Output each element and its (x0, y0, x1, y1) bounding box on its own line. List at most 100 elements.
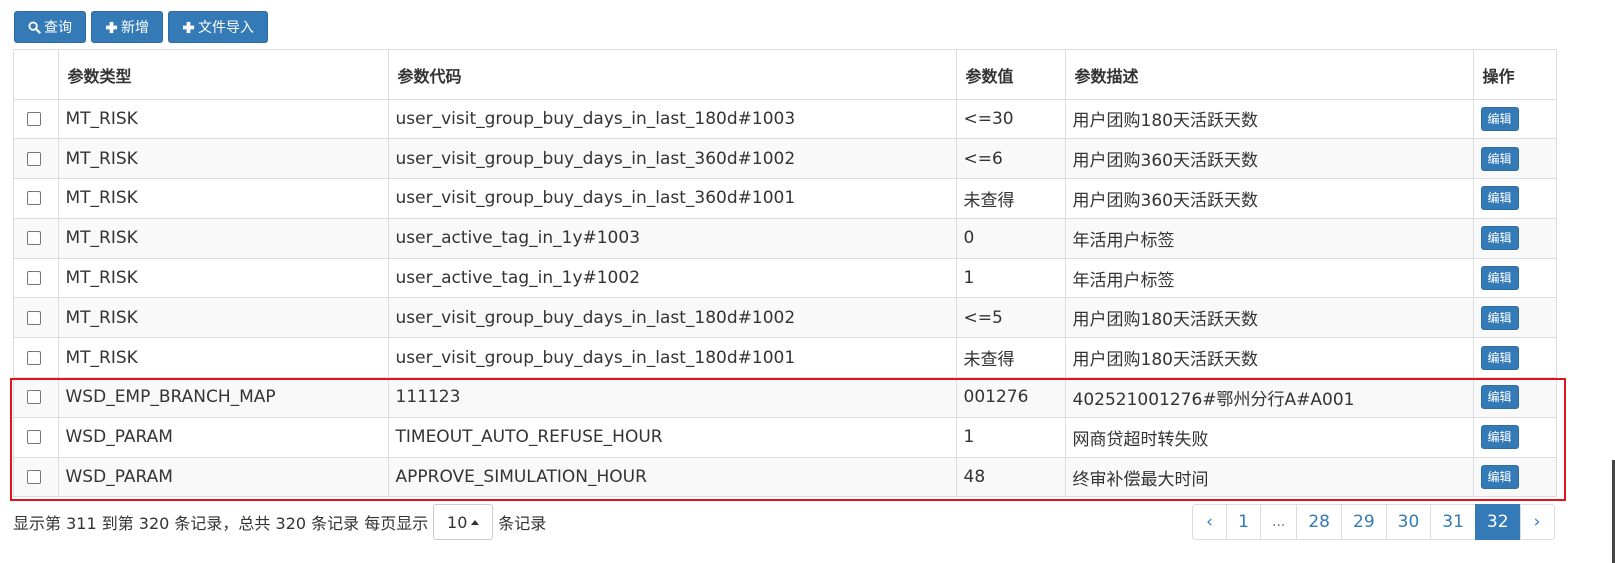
edit-button[interactable]: 编辑 (1480, 146, 1519, 171)
row-checkbox-cell (14, 178, 59, 219)
plus-icon (105, 21, 118, 33)
edit-button[interactable]: 编辑 (1480, 425, 1519, 450)
pagination-page[interactable]: 30 (1385, 504, 1432, 540)
table-row: MT_RISK user_active_tag_in_1y#1002 1 年活用… (14, 258, 1556, 299)
caret-up-icon (471, 519, 480, 525)
pagination-page[interactable]: 31 (1430, 504, 1476, 540)
cell-operation: 编辑 (1473, 138, 1556, 180)
cell-value: <=30 (956, 99, 1066, 140)
pagination-page[interactable]: 29 (1341, 504, 1387, 540)
table-row: MT_RISK user_visit_group_buy_days_in_las… (14, 99, 1556, 140)
cell-type: MT_RISK (58, 178, 389, 219)
cell-type: MT_RISK (58, 138, 389, 180)
cell-operation: 编辑 (1473, 297, 1556, 339)
row-checkbox-cell (14, 337, 59, 379)
cell-code: 111123 (388, 377, 957, 418)
query-button-label: 查询 (44, 20, 72, 36)
edit-button[interactable]: 编辑 (1480, 226, 1519, 251)
edit-button[interactable]: 编辑 (1480, 106, 1519, 131)
edit-button[interactable]: 编辑 (1480, 266, 1519, 291)
row-checkbox-cell (14, 457, 59, 496)
column-header-value[interactable]: 参数值 (956, 50, 1066, 100)
column-header-operation: 操作 (1473, 50, 1556, 100)
table-footer: 显示第 311 到第 320 条记录，总共 320 条记录 每页显示 10 条记… (13, 504, 546, 540)
add-button[interactable]: 新增 (91, 11, 163, 43)
edit-button[interactable]: 编辑 (1480, 186, 1519, 211)
column-header-desc[interactable]: 参数描述 (1065, 50, 1474, 100)
cell-code: TIMEOUT_AUTO_REFUSE_HOUR (388, 417, 957, 458)
cell-type: WSD_PARAM (58, 417, 389, 458)
plus-icon (182, 21, 195, 33)
column-header-code[interactable]: 参数代码 (388, 50, 957, 100)
row-checkbox-cell (14, 138, 59, 180)
row-checkbox-cell (14, 297, 59, 339)
record-suffix: 条记录 (498, 514, 547, 533)
cell-desc: 用户团购360天活跃天数 (1065, 178, 1474, 219)
cell-code: user_visit_group_buy_days_in_last_180d#1… (388, 99, 957, 140)
row-checkbox-cell (14, 99, 59, 140)
cell-operation: 编辑 (1473, 178, 1556, 219)
cell-desc: 用户团购180天活跃天数 (1065, 297, 1474, 339)
cell-value: <=5 (956, 297, 1066, 339)
cell-desc: 终审补偿最大时间 (1065, 457, 1474, 496)
import-file-button[interactable]: 文件导入 (168, 11, 268, 43)
cell-code: user_active_tag_in_1y#1002 (388, 258, 957, 299)
row-checkbox[interactable] (27, 111, 41, 126)
row-checkbox[interactable] (27, 151, 41, 166)
cell-operation: 编辑 (1473, 99, 1556, 140)
row-checkbox-cell (14, 417, 59, 458)
cell-operation: 编辑 (1473, 417, 1556, 458)
cell-code: APPROVE_SIMULATION_HOUR (388, 457, 957, 496)
table-row: WSD_EMP_BRANCH_MAP 111123 001276 4025210… (14, 377, 1556, 418)
row-checkbox[interactable] (27, 191, 41, 206)
table-row: MT_RISK user_visit_group_buy_days_in_las… (14, 138, 1556, 180)
row-checkbox-cell (14, 377, 59, 418)
pagination-page-active[interactable]: 32 (1474, 504, 1521, 540)
cell-type: WSD_EMP_BRANCH_MAP (58, 377, 389, 418)
pagination-page[interactable]: 1 (1226, 504, 1261, 540)
cell-value: 1 (956, 417, 1066, 458)
cell-desc: 年活用户标签 (1065, 258, 1474, 299)
row-checkbox-cell (14, 258, 59, 299)
cell-code: user_visit_group_buy_days_in_last_180d#1… (388, 337, 957, 379)
row-checkbox[interactable] (27, 271, 41, 286)
pagination: ‹ 1 ... 28 29 30 31 32 › (1192, 504, 1555, 540)
row-checkbox[interactable] (27, 231, 41, 246)
cell-desc: 网商贷超时转失败 (1065, 417, 1474, 458)
cell-desc: 年活用户标签 (1065, 218, 1474, 259)
row-checkbox[interactable] (27, 470, 41, 485)
table-row: MT_RISK user_visit_group_buy_days_in_las… (14, 337, 1556, 379)
page-size-dropdown[interactable]: 10 (433, 504, 494, 540)
row-checkbox[interactable] (27, 390, 41, 405)
cell-desc: 402521001276#鄂州分行A#A001 (1065, 377, 1474, 418)
add-button-label: 新增 (121, 20, 149, 36)
cell-desc: 用户团购360天活跃天数 (1065, 138, 1474, 180)
cell-code: user_active_tag_in_1y#1003 (388, 218, 957, 259)
table-row: MT_RISK user_active_tag_in_1y#1003 0 年活用… (14, 218, 1556, 259)
cell-type: MT_RISK (58, 258, 389, 299)
cell-operation: 编辑 (1473, 377, 1556, 418)
cell-code: user_visit_group_buy_days_in_last_180d#1… (388, 297, 957, 339)
cell-operation: 编辑 (1473, 457, 1556, 496)
edit-button[interactable]: 编辑 (1480, 305, 1519, 330)
row-checkbox[interactable] (27, 350, 41, 365)
pagination-page[interactable]: 28 (1296, 504, 1342, 540)
row-checkbox[interactable] (27, 310, 41, 325)
cell-code: user_visit_group_buy_days_in_last_360d#1… (388, 138, 957, 180)
edit-button[interactable]: 编辑 (1480, 385, 1519, 410)
record-summary: 显示第 311 到第 320 条记录，总共 320 条记录 每页显示 (13, 514, 429, 533)
cell-value: 1 (956, 258, 1066, 299)
column-header-type[interactable]: 参数类型 (58, 50, 389, 100)
table-header-row: 参数类型 参数代码 参数值 参数描述 操作 (14, 50, 1556, 100)
table-row: WSD_PARAM TIMEOUT_AUTO_REFUSE_HOUR 1 网商贷… (14, 417, 1556, 458)
cell-type: WSD_PARAM (58, 457, 389, 496)
pagination-next[interactable]: › (1519, 504, 1555, 540)
edit-button[interactable]: 编辑 (1480, 465, 1519, 490)
row-checkbox-cell (14, 218, 59, 259)
row-checkbox[interactable] (27, 430, 41, 445)
param-table: 参数类型 参数代码 参数值 参数描述 操作 MT_RISK user_visit… (13, 49, 1557, 497)
edit-button[interactable]: 编辑 (1480, 345, 1519, 370)
query-button[interactable]: 查询 (14, 11, 86, 43)
cell-value: 未查得 (956, 337, 1066, 379)
pagination-prev[interactable]: ‹ (1192, 504, 1227, 540)
